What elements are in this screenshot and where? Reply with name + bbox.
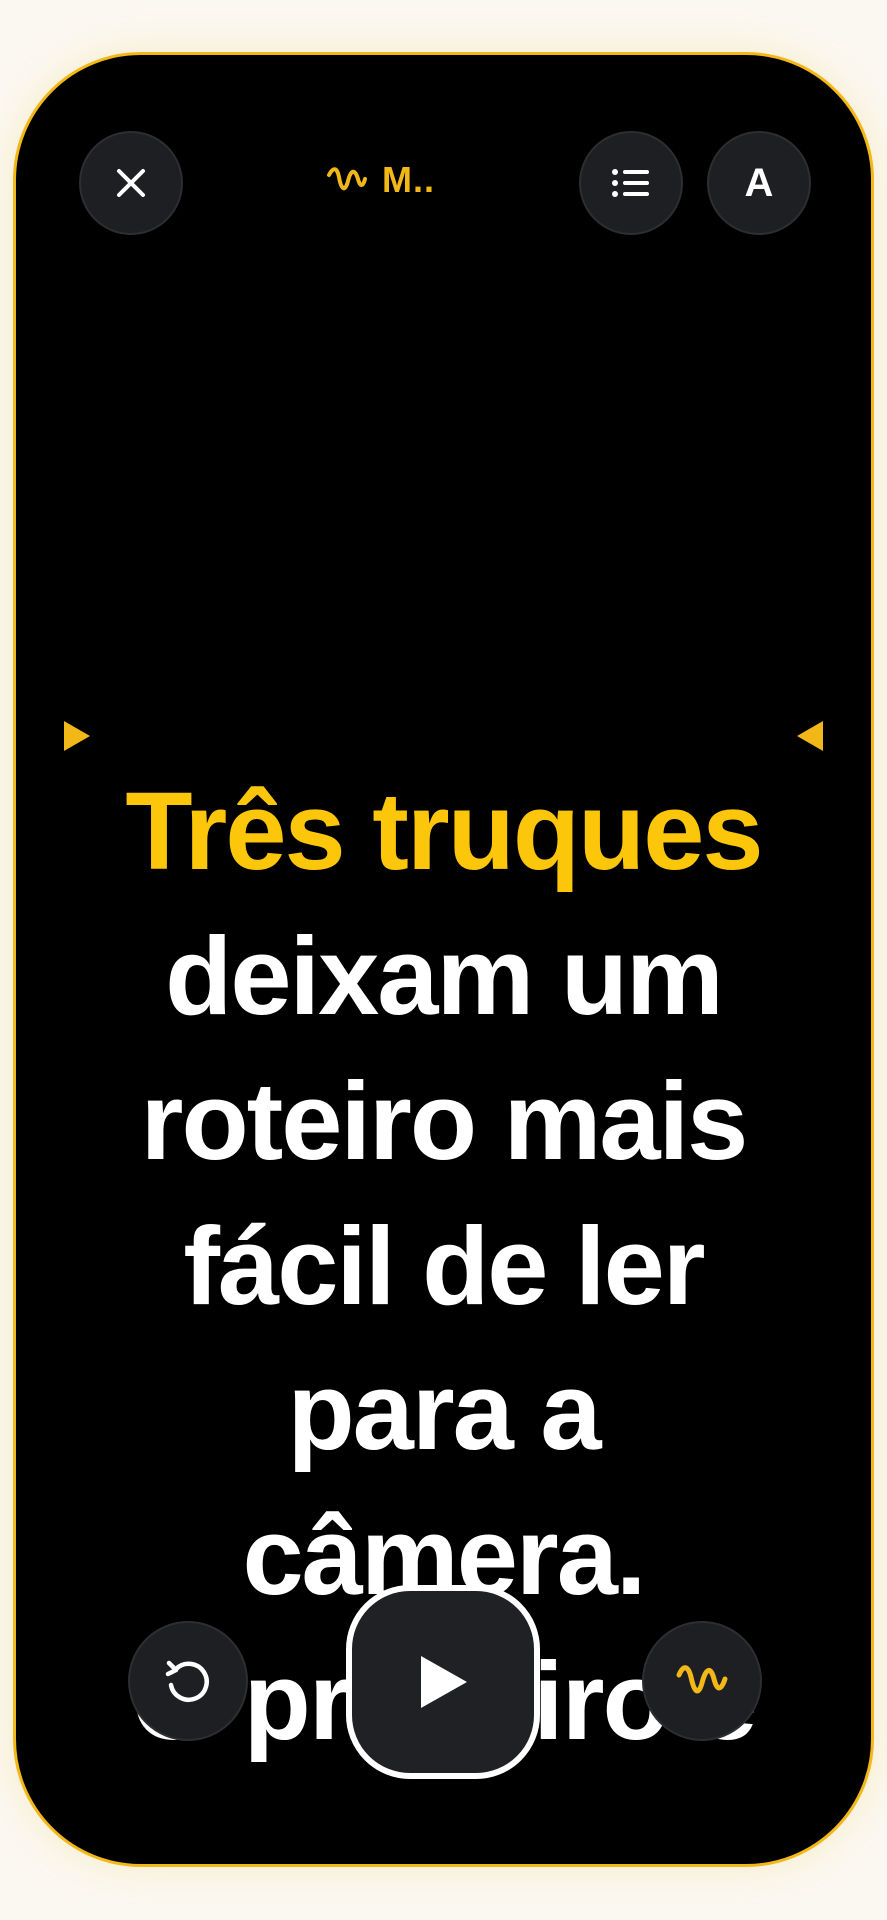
- script-line: deixam um: [165, 915, 724, 1038]
- title-text: M..: [382, 159, 435, 200]
- play-icon: [421, 1656, 467, 1708]
- close-button[interactable]: [79, 131, 183, 235]
- font-settings-button[interactable]: A: [707, 131, 811, 235]
- script-line: roteiro mais: [140, 1060, 749, 1183]
- teleprompter-screen: M.. A Três truques deixam um roteiro mai…: [13, 52, 874, 1867]
- play-button[interactable]: [346, 1585, 540, 1779]
- waveform-icon: [676, 1665, 728, 1694]
- close-icon: [117, 169, 145, 197]
- script-line: Três truques: [125, 770, 763, 893]
- voice-scroll-button[interactable]: [642, 1621, 762, 1741]
- reading-marker-left: [64, 721, 90, 751]
- reading-marker-right: [797, 721, 823, 751]
- script-line: fácil de ler: [183, 1205, 705, 1328]
- waveform-icon: [327, 167, 367, 191]
- script-title[interactable]: M..: [326, 159, 435, 201]
- script-line: para a: [287, 1350, 601, 1473]
- restart-button[interactable]: [128, 1621, 248, 1741]
- list-icon: [612, 169, 649, 197]
- font-label: A: [744, 160, 774, 205]
- replay-icon: [165, 1660, 209, 1702]
- script-list-button[interactable]: [579, 131, 683, 235]
